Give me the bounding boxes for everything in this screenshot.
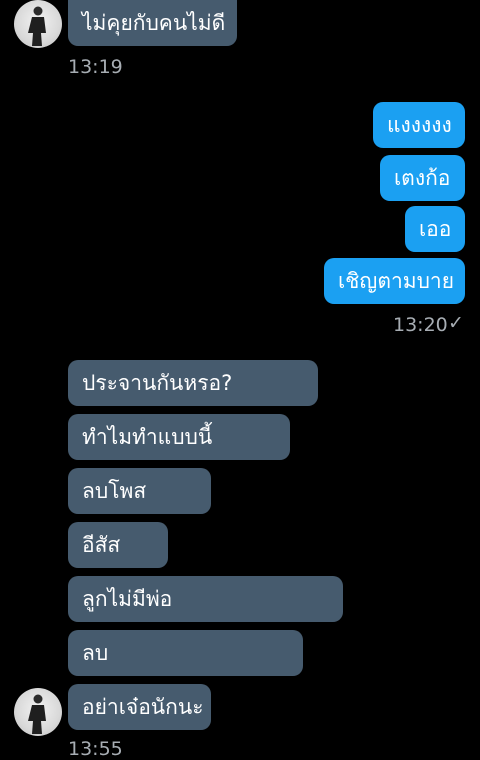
incoming-message[interactable]: ไม่คุยกับคนไม่ดี bbox=[68, 0, 237, 46]
message-text: ลบ bbox=[82, 641, 109, 665]
timestamp: 13:19 bbox=[68, 56, 123, 78]
person-silhouette-icon bbox=[28, 6, 46, 46]
incoming-message[interactable]: ลบ bbox=[68, 630, 303, 676]
contact-avatar[interactable] bbox=[14, 688, 62, 736]
contact-avatar[interactable] bbox=[14, 0, 62, 48]
timestamp: 13:20 bbox=[393, 314, 448, 336]
message-text: ประจานกันหรอ? bbox=[82, 371, 233, 395]
message-text: เชิญตามบาย bbox=[338, 269, 455, 293]
message-text: ทำไมทำแบบนี้ bbox=[82, 425, 213, 449]
person-silhouette-icon bbox=[28, 694, 46, 734]
outgoing-message[interactable]: แงงงงง bbox=[373, 102, 465, 148]
incoming-message[interactable]: อีสัส bbox=[68, 522, 168, 568]
message-text: ลบโพส bbox=[82, 479, 147, 503]
outgoing-message[interactable]: เตงก้อ bbox=[380, 155, 465, 201]
message-text: อีสัส bbox=[82, 533, 121, 557]
message-text: เตงก้อ bbox=[394, 166, 451, 190]
incoming-message[interactable]: อย่าเจ๋อนักนะ bbox=[68, 684, 211, 730]
incoming-message[interactable]: ลบโพส bbox=[68, 468, 211, 514]
message-text: ไม่คุยกับคนไม่ดี bbox=[82, 11, 226, 35]
outgoing-message[interactable]: เออ bbox=[405, 206, 465, 252]
message-text: แงงงงง bbox=[387, 113, 452, 137]
chat-thread[interactable]: ไม่คุยกับคนไม่ดี 13:19 แงงงงง เตงก้อ เออ… bbox=[0, 0, 480, 760]
incoming-message[interactable]: ทำไมทำแบบนี้ bbox=[68, 414, 290, 460]
message-text: อย่าเจ๋อนักนะ bbox=[82, 695, 204, 719]
message-text: เออ bbox=[419, 217, 452, 241]
timestamp: 13:55 bbox=[68, 738, 123, 760]
outgoing-message[interactable]: เชิญตามบาย bbox=[324, 258, 465, 304]
message-text: ลูกไม่มีพ่อ bbox=[82, 587, 173, 611]
incoming-message[interactable]: ลูกไม่มีพ่อ bbox=[68, 576, 343, 622]
read-check-icon: ✓ bbox=[448, 312, 464, 334]
incoming-message[interactable]: ประจานกันหรอ? bbox=[68, 360, 318, 406]
